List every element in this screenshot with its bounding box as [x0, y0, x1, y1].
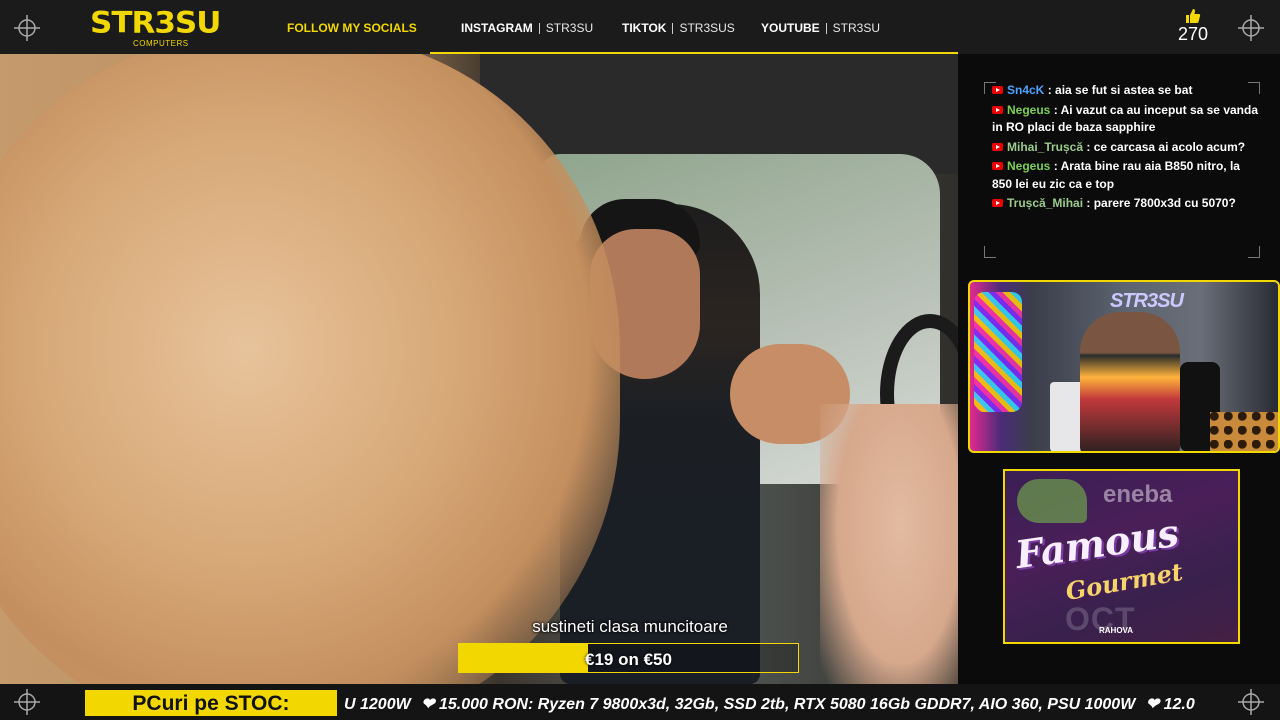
- divider: [538, 22, 540, 34]
- stock-ticker: PCuri pe STOC: U 1200W ❤ 15.000 RON: Ryz…: [0, 684, 1280, 720]
- social-name: INSTAGRAM: [461, 21, 533, 35]
- crosshair-icon: [13, 14, 41, 42]
- webcam-leopard-cushion: [1210, 412, 1278, 451]
- ticker-label-box: PCuri pe STOC:: [85, 690, 337, 716]
- youtube-icon: [992, 162, 1003, 170]
- promo-banner[interactable]: eneba OCT WEEK2 Famous Gourmet RAHOVA: [1003, 469, 1240, 644]
- ticker-scroll: U 1200W ❤ 15.000 RON: Ryzen 7 9800x3d, 3…: [344, 694, 1201, 714]
- social-name: YOUTUBE: [761, 21, 820, 35]
- donation-goal-label: €19 on €50: [585, 650, 672, 669]
- crosshair-icon: [1237, 688, 1265, 716]
- chat-message: Sn4cK : aia se fut si astea se bat: [984, 82, 1260, 100]
- follow-socials-label: FOLLOW MY SOCIALS: [287, 21, 417, 35]
- video-subtitle: sustineti clasa muncitoare: [532, 617, 728, 636]
- social-instagram[interactable]: INSTAGRAM STR3SU: [461, 21, 593, 35]
- thumbs-up-icon: [1185, 8, 1201, 24]
- youtube-icon: [992, 142, 1003, 151]
- promo-leaf-art: [1017, 479, 1087, 523]
- divider: [825, 22, 827, 34]
- chat-frame-corner: [1248, 246, 1260, 258]
- promo-location: RAHOVA: [1099, 626, 1134, 635]
- ticker-item: ❤ 12.0: [1145, 696, 1195, 713]
- ticker-item: ❤ 15.000 RON: Ryzen 7 9800x3d, 32Gb, SSD…: [421, 696, 1136, 713]
- social-handle: STR3SUS: [679, 21, 735, 35]
- chat-username[interactable]: Negeus: [1007, 159, 1050, 173]
- brand-logo[interactable]: STR3SU COMPUTERS: [90, 8, 240, 50]
- webcam-wall-logo: STR3SU: [1110, 290, 1184, 312]
- chat-text: : aia se fut si astea se bat: [1047, 83, 1193, 97]
- chat-message: Mihai_Trușcă : ce carcasa ai acolo acum?: [984, 139, 1260, 157]
- crosshair-icon: [13, 688, 41, 716]
- logo-subtext: COMPUTERS: [133, 39, 189, 48]
- webcam-streamer: [1080, 312, 1180, 451]
- promo-week: OCT WEEK2: [1065, 601, 1183, 642]
- social-youtube[interactable]: YOUTUBE STR3SU: [761, 21, 880, 35]
- chat-username[interactable]: Sn4cK: [1007, 83, 1044, 97]
- chat-message: Negeus : Arata bine rau aia B850 nitro, …: [984, 158, 1260, 193]
- youtube-icon: [992, 199, 1003, 207]
- chat-text: : ce carcasa ai acolo acum?: [1086, 139, 1246, 154]
- video-scene-foreground-shoulder: [820, 404, 958, 684]
- social-name: TIKTOK: [622, 21, 667, 35]
- chat-text: : parere 7800x3d cu 5070?: [1086, 196, 1236, 210]
- youtube-icon: [992, 86, 1003, 94]
- youtube-icon: [992, 105, 1003, 114]
- promo-brand: eneba: [1103, 481, 1173, 508]
- chat-username[interactable]: Trușcă_Mihai: [1007, 196, 1083, 210]
- divider: [672, 22, 674, 34]
- chat-username[interactable]: Mihai_Trușcă: [1007, 140, 1083, 154]
- social-handle: STR3SU: [545, 21, 594, 35]
- logo-text: STR3SU: [90, 5, 221, 41]
- webcam-feed: STR3SU: [968, 280, 1280, 453]
- chat-overlay[interactable]: Sn4cK : aia se fut si astea se bat Negeu…: [984, 82, 1260, 258]
- top-bar: STR3SU COMPUTERS FOLLOW MY SOCIALS INSTA…: [0, 0, 1280, 54]
- video-player[interactable]: [0, 54, 958, 684]
- social-tiktok[interactable]: TIKTOK STR3SUS: [622, 21, 735, 35]
- like-count: 270: [1177, 24, 1209, 44]
- chat-frame-corner: [984, 246, 996, 258]
- chat-message: Negeus : Ai vazut ca au inceput sa se va…: [984, 102, 1260, 137]
- chat-username[interactable]: Negeus: [1007, 103, 1050, 117]
- webcam-neon-light: [974, 292, 1022, 412]
- crosshair-icon: [1237, 14, 1265, 42]
- donation-goal-bar: €19 on €50: [458, 643, 799, 673]
- chat-message: Trușcă_Mihai : parere 7800x3d cu 5070?: [984, 195, 1260, 213]
- like-counter: 270: [1170, 8, 1216, 44]
- video-scene-foreground-hair: [0, 54, 620, 684]
- ticker-label: PCuri pe STOC:: [132, 692, 290, 715]
- ticker-item: U 1200W: [344, 696, 411, 713]
- social-handle: STR3SU: [832, 21, 881, 35]
